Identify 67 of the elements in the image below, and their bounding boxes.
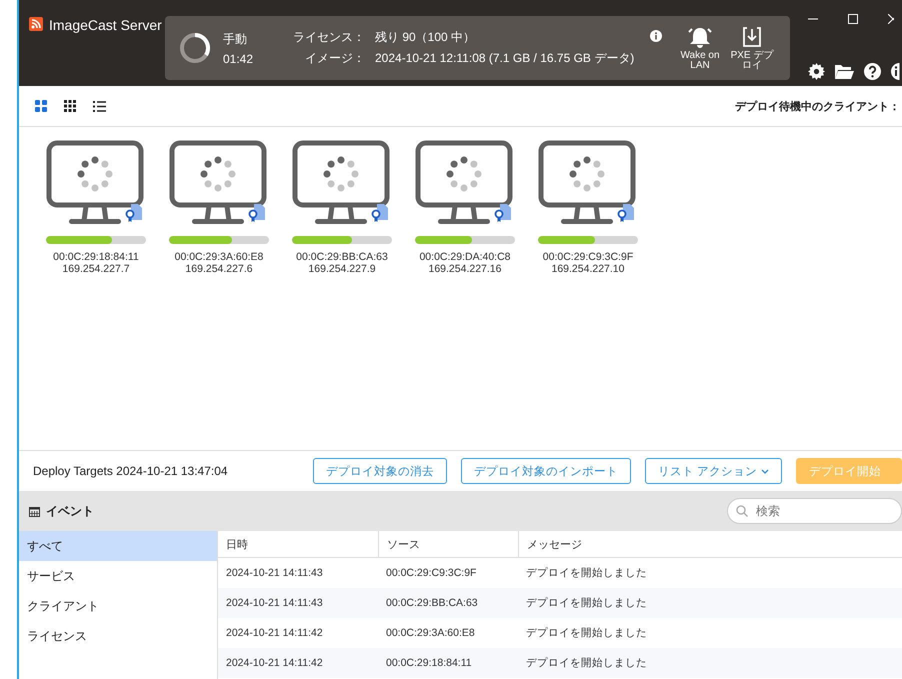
table-cell-text: デプロイを開始しました: [525, 566, 648, 580]
settings-icon[interactable]: [808, 63, 825, 80]
mac-address: 00:0C:29:DA:40:C8: [419, 251, 511, 263]
certificate-icon: [494, 204, 511, 222]
certificate-icon: [248, 204, 265, 222]
download-icon: [741, 26, 763, 48]
maximize-icon[interactable]: [848, 14, 858, 24]
table-cell-text: 2024-10-21 14:11:43: [225, 597, 324, 609]
table-cell-text: 2024-10-21 14:11:43: [225, 567, 324, 579]
calendar-icon: [29, 506, 40, 516]
image-label: イメージ：: [304, 50, 365, 67]
ip-address: 169.254.227.7: [62, 263, 130, 275]
small-grid-icon: [64, 100, 76, 112]
header-action-button[interactable]: Wake on LAN: [674, 24, 726, 72]
elapsed-time: 01:42: [223, 52, 254, 66]
folder-icon[interactable]: [835, 64, 854, 79]
mac-address: 00:0C:29:C9:3C:9F: [542, 251, 634, 263]
table-cell-text: 00:0C:29:3A:60:E8: [385, 627, 476, 639]
ip-address: 169.254.227.9: [308, 263, 376, 275]
certificate-icon: [618, 204, 634, 222]
dropdown-button[interactable]: リスト アクション: [644, 458, 782, 484]
license-label: ライセンス：: [293, 29, 365, 46]
view-mode-button[interactable]: [93, 100, 106, 112]
column-header[interactable]: メッセージ: [518, 531, 902, 557]
certificate-icon: [126, 204, 142, 222]
mac-address: 00:0C:29:BB:CA:63: [296, 251, 388, 263]
events-title: イベント: [46, 502, 94, 520]
bell-icon: [686, 26, 714, 48]
mac-address: 00:0C:29:18:84:11: [53, 251, 139, 263]
minimize-icon[interactable]: [808, 18, 818, 20]
help-icon[interactable]: [864, 63, 881, 80]
table-cell-text: 2024-10-21 14:11:42: [225, 627, 324, 639]
column-header[interactable]: ソース: [378, 531, 518, 557]
info-icon[interactable]: [650, 30, 662, 42]
table-cell-text: デプロイを開始しました: [525, 626, 648, 640]
list-view-icon: [93, 100, 106, 112]
rss-logo-icon: [29, 17, 43, 31]
search-field[interactable]: 検索: [727, 498, 902, 524]
mode-text: 手動: [223, 30, 248, 48]
table-cell-text: 00:0C:29:BB:CA:63: [385, 597, 479, 609]
table-cell-text: 00:0C:29:C9:3C:9F: [385, 567, 478, 579]
category-item[interactable]: すべて: [19, 531, 217, 561]
ip-address: 169.254.227.6: [185, 263, 253, 275]
table-cell-text: 2024-10-21 14:11:42: [225, 657, 324, 669]
grid-view-icon: [35, 100, 47, 112]
column-header[interactable]: 日時: [218, 531, 378, 557]
progress-ring-icon: [179, 32, 211, 64]
category-item[interactable]: サービス: [19, 561, 217, 591]
table-cell-text: デプロイを開始しました: [525, 656, 648, 670]
ip-address: 169.254.227.10: [552, 263, 624, 275]
category-item[interactable]: クライアント: [19, 591, 217, 621]
category-item[interactable]: ライセンス: [19, 621, 217, 651]
ip-address: 169.254.227.16: [428, 263, 502, 275]
image-value: 2024-10-21 12:11:08 (7.1 GB / 16.75 GB データ): [375, 50, 634, 67]
caret-icon: [761, 468, 769, 474]
certificate-icon: [372, 204, 388, 222]
info-icon[interactable]: [891, 63, 900, 80]
license-value: 残り 90（100 中）: [375, 29, 476, 46]
close-icon[interactable]: [888, 14, 894, 24]
header-action-button[interactable]: PXE デプロイ: [726, 24, 778, 72]
deploy-targets-label: Deploy Targets 2024-10-21 13:47:04: [33, 464, 228, 478]
view-mode-button[interactable]: [64, 100, 76, 112]
mac-address: 00:0C:29:3A:60:E8: [174, 251, 264, 263]
table-cell-text: デプロイを開始しました: [525, 596, 648, 610]
table-cell-text: 00:0C:29:18:84:11: [385, 657, 473, 669]
waiting-clients-label: デプロイ待機中のクライアント：: [735, 100, 900, 114]
app-title: ImageCast Server: [49, 17, 162, 33]
